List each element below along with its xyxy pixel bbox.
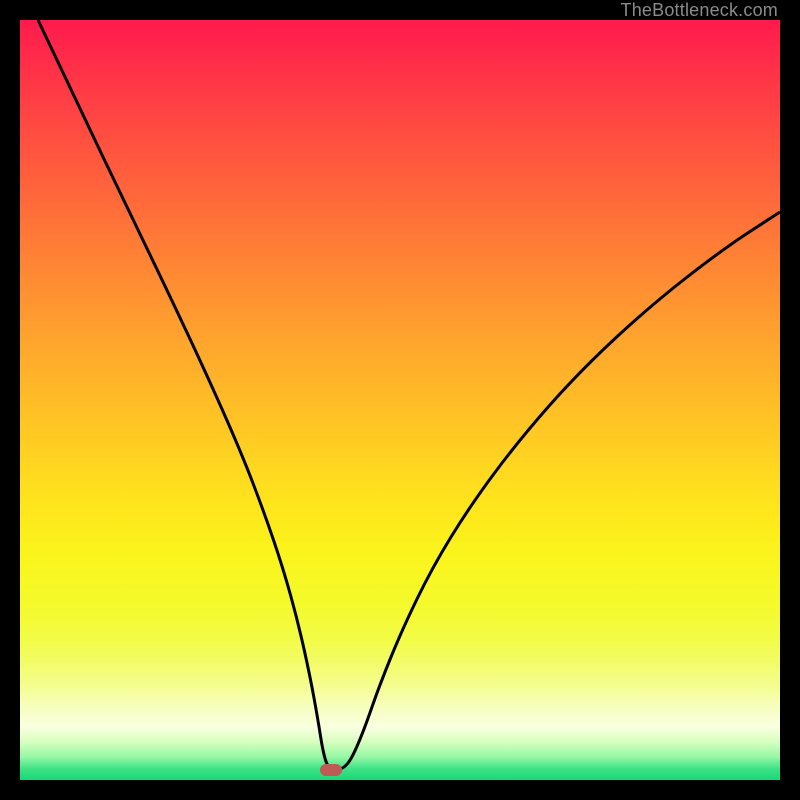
watermark-text: TheBottleneck.com	[621, 0, 778, 21]
plot-area	[20, 20, 780, 780]
outer-frame: TheBottleneck.com	[0, 0, 800, 800]
curve-svg	[20, 20, 780, 780]
bottleneck-curve	[38, 20, 780, 770]
minimum-marker	[320, 764, 342, 776]
